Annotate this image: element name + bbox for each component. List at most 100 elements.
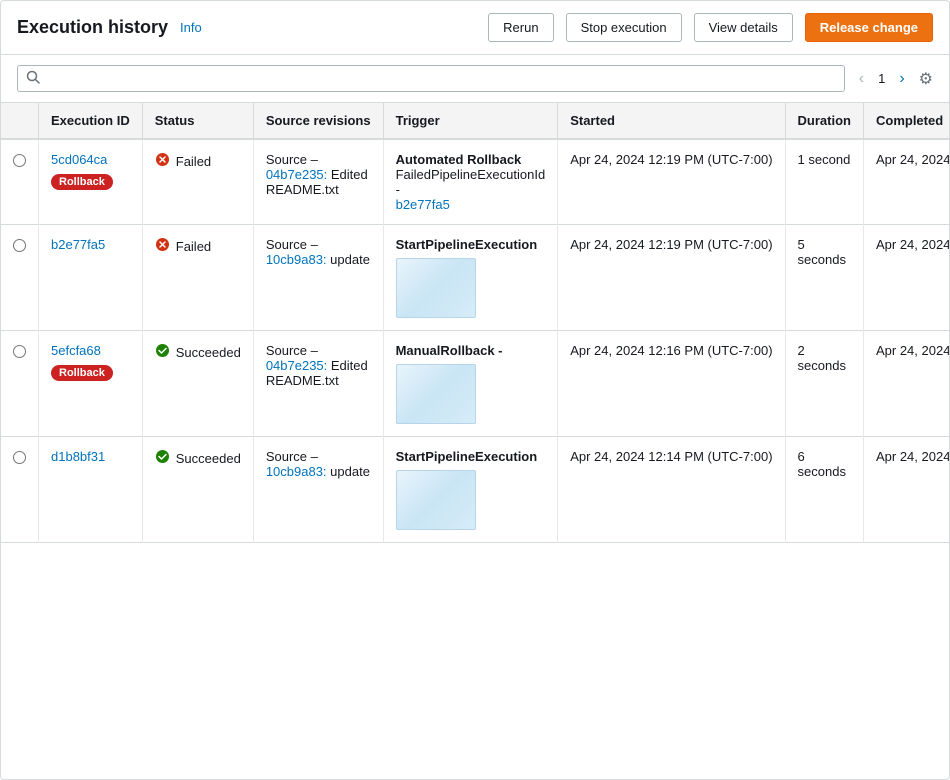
source-detail: update [327,464,370,479]
completed-cell: Apr 24, 2024 12:19 PM (UTC-7:00) [863,139,949,225]
row-radio-2[interactable] [13,345,26,358]
source-revisions-cell: Source – 10cb9a83: update [253,225,383,331]
col-source-revisions: Source revisions [253,103,383,139]
started-cell: Apr 24, 2024 12:19 PM (UTC-7:00) [558,139,785,225]
status-text: Failed [176,154,211,169]
source-link[interactable]: 10cb9a83: [266,252,327,267]
completed-cell: Apr 24, 2024 12:16 PM (UTC-7:00) [863,331,949,437]
completed-cell: Apr 24, 2024 12:19 PM (UTC-7:00) [863,225,949,331]
trigger-title: ManualRollback - [396,343,546,358]
trigger-image [396,364,476,424]
rollback-badge: Rollback [51,365,113,381]
search-input[interactable] [46,71,836,86]
failed-icon [155,152,170,171]
status-cell: Failed [142,139,253,225]
row-radio-0[interactable] [13,154,26,167]
status-cell: Succeeded [142,331,253,437]
table-row: d1b8bf31 Succeeded Source – 10cb9a83: upda… [1,437,949,543]
col-execution-id: Execution ID [39,103,143,139]
source-revisions-cell: Source – 04b7e235: Edited README.txt [253,331,383,437]
col-duration: Duration [785,103,863,139]
col-started: Started [558,103,785,139]
row-radio-cell [1,437,39,543]
page-title: Execution history [17,17,168,38]
success-icon [155,343,170,362]
trigger-cell: Automated RollbackFailedPipelineExecutio… [383,139,558,225]
source-detail: update [327,252,370,267]
source-prefix: Source – [266,237,318,252]
completed-cell: Apr 24, 2024 12:14 PM (UTC-7:00) [863,437,949,543]
started-cell: Apr 24, 2024 12:16 PM (UTC-7:00) [558,331,785,437]
failed-icon [155,237,170,256]
trigger-cell: StartPipelineExecution [383,437,558,543]
col-status: Status [142,103,253,139]
table-row: 5efcfa68 Rollback Succeeded Source – 04b7e2… [1,331,949,437]
pagination-current: 1 [878,71,885,86]
trigger-cell: StartPipelineExecution [383,225,558,331]
rerun-button[interactable]: Rerun [488,13,553,42]
source-link[interactable]: 10cb9a83: [266,464,327,479]
search-input-wrapper [17,65,845,92]
trigger-title: Automated Rollback [396,152,546,167]
status-cell: Failed [142,225,253,331]
trigger-cell: ManualRollback - [383,331,558,437]
exec-id-cell: d1b8bf31 [39,437,143,543]
row-radio-cell [1,225,39,331]
source-prefix: Source – [266,449,318,464]
stop-execution-button[interactable]: Stop execution [566,13,682,42]
table-row: 5cd064ca Rollback Failed Source – 04b7e235:… [1,139,949,225]
table-header-row: Execution ID Status Source revisions Tri… [1,103,949,139]
source-prefix: Source – [266,152,318,167]
duration-cell: 2 seconds [785,331,863,437]
settings-icon[interactable]: ⚙ [919,69,933,89]
exec-id-cell: b2e77fa5 [39,225,143,331]
trigger-image [396,470,476,530]
source-link[interactable]: 04b7e235: [266,167,327,182]
trigger-link[interactable]: b2e77fa5 [396,197,450,212]
page-container: Execution history Info Rerun Stop execut… [0,0,950,780]
status-text: Failed [176,239,211,254]
search-icon [26,70,40,87]
pagination: ‹ 1 › ⚙ [853,68,933,90]
row-radio-cell [1,331,39,437]
status-text: Succeeded [176,451,241,466]
exec-id-link[interactable]: 5cd064ca [51,152,130,167]
table-wrapper: Execution ID Status Source revisions Tri… [1,103,949,543]
col-completed: Completed [863,103,949,139]
table-row: b2e77fa5FailedSource – 10cb9a83: updateS… [1,225,949,331]
exec-id-link[interactable]: 5efcfa68 [51,343,130,358]
trigger-title: StartPipelineExecution [396,237,546,252]
row-radio-3[interactable] [13,451,26,464]
executions-table: Execution ID Status Source revisions Tri… [1,103,949,543]
duration-cell: 1 second [785,139,863,225]
source-revisions-cell: Source – 04b7e235: Edited README.txt [253,139,383,225]
search-bar: ‹ 1 › ⚙ [1,55,949,103]
status-cell: Succeeded [142,437,253,543]
release-change-button[interactable]: Release change [805,13,933,42]
col-checkbox [1,103,39,139]
exec-id-link[interactable]: b2e77fa5 [51,237,130,252]
status-text: Succeeded [176,345,241,360]
rollback-badge: Rollback [51,174,113,190]
row-radio-1[interactable] [13,239,26,252]
info-link[interactable]: Info [180,20,202,35]
pagination-prev-button[interactable]: ‹ [853,68,870,90]
trigger-title: StartPipelineExecution [396,449,546,464]
duration-cell: 6 seconds [785,437,863,543]
source-link[interactable]: 04b7e235: [266,358,327,373]
header: Execution history Info Rerun Stop execut… [1,1,949,55]
source-revisions-cell: Source – 10cb9a83: update [253,437,383,543]
trigger-image [396,258,476,318]
started-cell: Apr 24, 2024 12:19 PM (UTC-7:00) [558,225,785,331]
col-trigger: Trigger [383,103,558,139]
pagination-next-button[interactable]: › [893,68,910,90]
exec-id-cell: 5cd064ca Rollback [39,139,143,225]
row-radio-cell [1,139,39,225]
view-details-button[interactable]: View details [694,13,793,42]
started-cell: Apr 24, 2024 12:14 PM (UTC-7:00) [558,437,785,543]
exec-id-cell: 5efcfa68 Rollback [39,331,143,437]
trigger-subtitle: FailedPipelineExecutionId - [396,167,546,197]
exec-id-link[interactable]: d1b8bf31 [51,449,130,464]
source-prefix: Source – [266,343,318,358]
success-icon [155,449,170,468]
